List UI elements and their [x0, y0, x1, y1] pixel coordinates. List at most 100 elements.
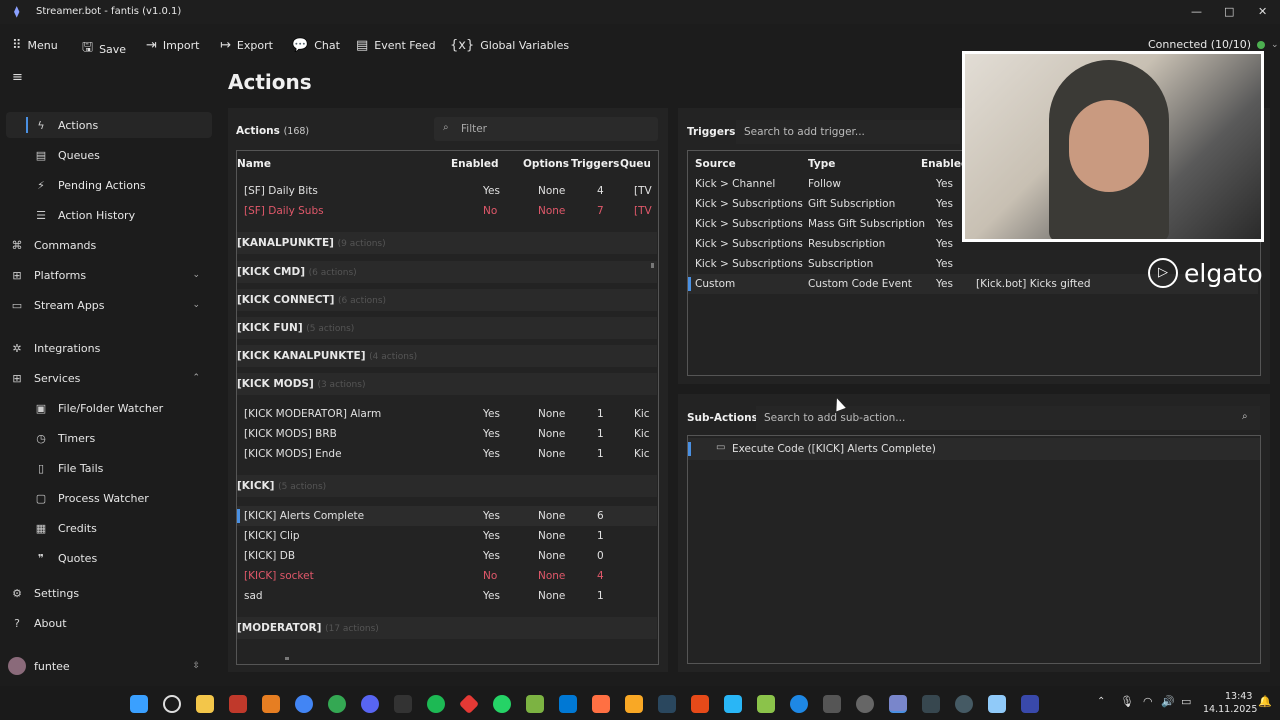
- epic-games-icon[interactable]: [394, 695, 412, 713]
- app-orange-icon[interactable]: [592, 695, 610, 713]
- table-row[interactable]: [SF] Daily Bits Yes None 4 [TV: [237, 181, 657, 201]
- table-row[interactable]: sad Yes None 1: [237, 586, 657, 606]
- action-group[interactable]: [KICK CONNECT] (6 actions): [237, 289, 657, 311]
- column-enabled[interactable]: Enabled: [451, 158, 499, 170]
- sidebar-item-process-watcher[interactable]: ▢ Process Watcher: [0, 485, 212, 511]
- app-yellow-icon[interactable]: [625, 695, 643, 713]
- column-queue[interactable]: Queue: [620, 158, 650, 170]
- discord-icon[interactable]: [361, 695, 379, 713]
- action-group[interactable]: [KICK] (5 actions): [237, 475, 657, 497]
- steam-icon[interactable]: [658, 695, 676, 713]
- close-button[interactable]: ✕: [1258, 5, 1267, 18]
- table-row[interactable]: [KICK] Clip Yes None 1: [237, 526, 657, 546]
- battery-icon[interactable]: ▭: [1181, 695, 1191, 708]
- sidebar-item-queues[interactable]: ▤ Queues: [0, 142, 212, 168]
- action-group[interactable]: [KICK MODS] (3 actions): [237, 373, 657, 395]
- save-button[interactable]: 🖫 Save: [82, 38, 126, 60]
- gear-icon: ⚙: [12, 586, 22, 600]
- table-row[interactable]: [KICK MODS] BRB Yes None 1 Kic: [237, 424, 657, 444]
- scrollbar-thumb[interactable]: [651, 263, 654, 268]
- import-button[interactable]: ⇥ Import: [146, 38, 199, 53]
- table-row[interactable]: [KICK MODERATOR] Alarm Yes None 1 Kic: [237, 404, 657, 424]
- event-feed-button[interactable]: ▤ Event Feed: [356, 38, 436, 53]
- sidebar-item-pending-actions[interactable]: ⚡ Pending Actions: [0, 172, 212, 198]
- sidebar-item-about[interactable]: ? About: [0, 610, 212, 636]
- sidebar-item-quotes[interactable]: ❞ Quotes: [0, 545, 212, 571]
- app-circle-icon[interactable]: [790, 695, 808, 713]
- sidebar-item-file-folder-watcher[interactable]: ▣ File/Folder Watcher: [0, 395, 212, 421]
- app-tools-icon[interactable]: [823, 695, 841, 713]
- filezilla-icon[interactable]: [229, 695, 247, 713]
- search-icon[interactable]: [163, 695, 181, 713]
- app-cube-icon[interactable]: [757, 695, 775, 713]
- obs-icon[interactable]: [856, 695, 874, 713]
- table-row[interactable]: [SF] Daily Subs No None 7 [TV: [237, 201, 657, 221]
- sidebar-item-stream-apps[interactable]: ▭ Stream Apps ⌄: [0, 292, 212, 318]
- chrome-profile-icon[interactable]: [328, 695, 346, 713]
- sidebar-item-commands[interactable]: ⌘ Commands: [0, 232, 212, 258]
- trigger-search-input[interactable]: Search to add trigger...: [736, 120, 960, 144]
- streamerbot-icon[interactable]: [889, 695, 907, 713]
- app-blue-icon[interactable]: [724, 695, 742, 713]
- clock-time[interactable]: 13:43: [1225, 691, 1252, 702]
- export-button[interactable]: ↦ Export: [220, 38, 273, 53]
- sidebar-item-services[interactable]: ⊞ Services ⌃: [0, 365, 212, 391]
- variable-icon: {x}: [450, 38, 475, 53]
- vlc-icon[interactable]: [262, 695, 280, 713]
- sidebar-item-file-tails[interactable]: ▯ File Tails: [0, 455, 212, 481]
- windows-start-icon[interactable]: [130, 695, 148, 713]
- app-red-diamond-icon[interactable]: [458, 693, 480, 715]
- subaction-search-input[interactable]: Search to add sub-action... ⌕: [756, 406, 1260, 430]
- column-type[interactable]: Type: [808, 158, 835, 170]
- action-group[interactable]: [KICK KANALPUNKTE] (4 actions): [237, 345, 657, 367]
- app-box-icon[interactable]: [691, 695, 709, 713]
- sidebar-item-credits[interactable]: ▦ Credits: [0, 515, 212, 541]
- table-row[interactable]: [KICK MODS] Ende Yes None 1 Kic: [237, 444, 657, 464]
- sidebar-item-actions[interactable]: ϟ Actions: [6, 112, 212, 138]
- column-source[interactable]: Source: [695, 158, 736, 170]
- table-row[interactable]: [KICK] socket No None 4: [237, 566, 657, 586]
- microphone-icon[interactable]: 🎙: [1120, 695, 1134, 708]
- volume-icon[interactable]: 🔊: [1161, 695, 1175, 708]
- sidebar-item-timers[interactable]: ◷ Timers: [0, 425, 212, 451]
- action-group[interactable]: [KANALPUNKTE] (9 actions): [237, 232, 657, 254]
- minimize-button[interactable]: —: [1191, 5, 1202, 18]
- chat-button[interactable]: 💬 Chat: [292, 38, 340, 53]
- action-group[interactable]: [MODERATOR] (17 actions): [237, 617, 657, 639]
- menu-button[interactable]: ⠿ Menu: [12, 38, 58, 53]
- sidebar-item-settings[interactable]: ⚙ Settings: [0, 580, 212, 606]
- horizontal-scrollbar[interactable]: [285, 657, 289, 660]
- notepad-plus-icon[interactable]: [526, 695, 544, 713]
- global-variables-button[interactable]: {x} Global Variables: [450, 38, 569, 53]
- vscode-icon[interactable]: [559, 695, 577, 713]
- column-options[interactable]: Options: [523, 158, 569, 170]
- user-profile[interactable]: funtee ⇳: [0, 653, 212, 679]
- whatsapp-icon[interactable]: [493, 695, 511, 713]
- maximize-button[interactable]: □: [1224, 5, 1234, 18]
- chrome-icon[interactable]: [295, 695, 313, 713]
- column-name[interactable]: Name: [237, 158, 271, 170]
- sidebar-item-integrations[interactable]: ✲ Integrations: [0, 335, 212, 361]
- notification-icon[interactable]: 🔔: [1258, 695, 1272, 708]
- clock-date[interactable]: 14.11.2025: [1203, 704, 1257, 715]
- column-triggers[interactable]: Triggers: [571, 158, 619, 170]
- action-group[interactable]: [KICK FUN] (5 actions): [237, 317, 657, 339]
- hamburger-icon[interactable]: ≡: [12, 70, 23, 85]
- table-row[interactable]: [KICK] DB Yes None 0: [237, 546, 657, 566]
- notepad-icon[interactable]: [988, 695, 1006, 713]
- subaction-item[interactable]: ▭ Execute Code ([KICK] Alerts Complete): [688, 438, 1260, 460]
- sidebar-item-action-history[interactable]: ☰ Action History: [0, 202, 212, 228]
- sidebar-item-platforms[interactable]: ⊞ Platforms ⌄: [0, 262, 212, 288]
- connection-status[interactable]: Connected (10/10) ⌄: [1148, 38, 1279, 51]
- app-grid-icon[interactable]: [922, 695, 940, 713]
- file-explorer-icon[interactable]: [196, 695, 214, 713]
- app-media-icon[interactable]: [955, 695, 973, 713]
- search-icon[interactable]: ⌕: [1242, 411, 1248, 422]
- spotify-icon[interactable]: [427, 695, 445, 713]
- table-row-selected[interactable]: [KICK] Alerts Complete Yes None 6: [237, 506, 657, 526]
- chevron-up-icon[interactable]: ⌃: [1097, 696, 1105, 707]
- action-group[interactable]: [KICK CMD] (6 actions): [237, 261, 657, 283]
- filter-input[interactable]: ⌕ Filter: [434, 117, 658, 141]
- wifi-icon[interactable]: ◠: [1143, 695, 1153, 708]
- app-audio-icon[interactable]: [1021, 695, 1039, 713]
